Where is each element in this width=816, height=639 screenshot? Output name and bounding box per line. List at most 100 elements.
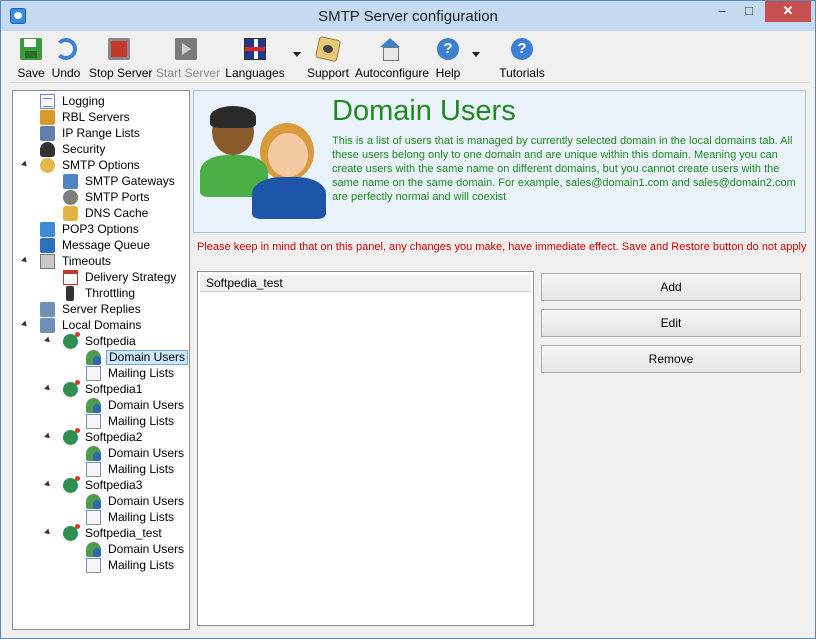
languages-label: Languages bbox=[225, 66, 285, 80]
expand-domain-icon[interactable] bbox=[44, 528, 52, 537]
tree-item-label: Mailing Lists bbox=[108, 462, 175, 476]
users-icon bbox=[86, 446, 101, 461]
tree-item-label: Mailing Lists bbox=[108, 414, 175, 428]
page-title: Domain Users bbox=[332, 95, 516, 127]
tree-item-label: Security bbox=[62, 142, 106, 156]
start-server-button[interactable]: Start Server bbox=[156, 38, 221, 82]
expand-domain-icon[interactable] bbox=[44, 384, 52, 393]
users-icon bbox=[86, 398, 101, 413]
ports-icon bbox=[63, 190, 78, 205]
settings-tree[interactable]: Logging RBL Servers IP Range Lists Secur… bbox=[12, 90, 190, 630]
tree-item-label: DNS Cache bbox=[85, 206, 149, 220]
tree-item-label: Mailing Lists bbox=[108, 366, 175, 380]
tree-item-label: SMTP Options bbox=[62, 158, 140, 172]
play-icon bbox=[175, 38, 197, 60]
tree-item-label: SMTP Gateways bbox=[85, 174, 175, 188]
smtp-icon bbox=[40, 158, 55, 173]
mail-list-icon bbox=[86, 366, 101, 381]
flag-icon bbox=[244, 38, 266, 60]
tree-item-label: Softpedia1 bbox=[85, 382, 143, 396]
tree-item-label: Timeouts bbox=[62, 254, 111, 268]
globe-icon bbox=[63, 380, 80, 397]
expand-domain-icon[interactable] bbox=[44, 432, 52, 441]
help-label: Help bbox=[435, 66, 461, 80]
support-button[interactable]: Support bbox=[306, 35, 350, 82]
security-icon bbox=[40, 142, 55, 157]
help-dropdown-icon[interactable] bbox=[472, 52, 480, 57]
rbl-icon bbox=[40, 110, 55, 125]
close-button[interactable]: ✕ bbox=[765, 1, 811, 22]
undo-button[interactable]: Undo bbox=[51, 38, 81, 82]
autoconfigure-button[interactable]: Autoconfigure bbox=[355, 38, 430, 82]
autoconfigure-label: Autoconfigure bbox=[355, 66, 430, 80]
undo-label: Undo bbox=[51, 66, 81, 80]
undo-icon bbox=[55, 38, 77, 60]
list-item[interactable]: Softpedia_test bbox=[200, 275, 531, 292]
help-button[interactable]: ? Help bbox=[433, 38, 463, 82]
warning-message: Please keep in mind that on this panel, … bbox=[197, 241, 807, 253]
save-label: Save bbox=[17, 66, 45, 80]
tree-item-label: Mailing Lists bbox=[108, 510, 175, 524]
traffic-light-icon bbox=[66, 286, 74, 301]
server-icon bbox=[40, 302, 55, 317]
man-hair-shape bbox=[210, 106, 256, 128]
page-description: This is a list of users that is managed … bbox=[332, 135, 796, 203]
add-button[interactable]: Add bbox=[541, 273, 801, 301]
window-title: SMTP Server configuration bbox=[318, 8, 498, 25]
stop-server-button[interactable]: Stop Server bbox=[89, 38, 153, 82]
tree-item-label: IP Range Lists bbox=[62, 126, 140, 140]
mail-list-icon bbox=[86, 558, 101, 573]
stop-server-label: Stop Server bbox=[89, 66, 153, 80]
expand-domain-icon[interactable] bbox=[44, 336, 52, 345]
help-icon: ? bbox=[437, 38, 459, 60]
save-icon bbox=[20, 38, 42, 60]
tree-item-label: Throttling bbox=[85, 286, 136, 300]
tree-item-label: Softpedia3 bbox=[85, 478, 143, 492]
tree-item-label: Softpedia2 bbox=[85, 430, 143, 444]
tutorials-help-icon: ? bbox=[511, 38, 533, 60]
tree-item-label: Domain Users bbox=[108, 398, 185, 412]
woman-body-shape bbox=[252, 177, 326, 219]
remove-button[interactable]: Remove bbox=[541, 345, 801, 373]
tree-item-label: POP3 Options bbox=[62, 222, 139, 236]
users-list[interactable]: Softpedia_test bbox=[197, 271, 534, 626]
maximize-button[interactable]: □ bbox=[736, 1, 762, 22]
expand-domain-icon[interactable] bbox=[44, 480, 52, 489]
queue-icon bbox=[40, 238, 55, 253]
expand-local-domains-icon[interactable] bbox=[21, 320, 29, 329]
tree-item-label: RBL Servers bbox=[62, 110, 130, 124]
mail-list-icon bbox=[86, 462, 101, 477]
tree-item-label: Logging bbox=[62, 94, 105, 108]
tree-item-label: Domain Users bbox=[108, 494, 185, 508]
start-server-label: Start Server bbox=[156, 66, 221, 80]
languages-dropdown-icon[interactable] bbox=[293, 52, 301, 57]
support-icon bbox=[314, 35, 342, 63]
users-icon bbox=[86, 542, 101, 557]
tree-item-label: SMTP Ports bbox=[85, 190, 150, 204]
woman-head-shape bbox=[268, 133, 308, 177]
expand-smtp-options-icon[interactable] bbox=[21, 160, 29, 169]
tree-item-label: Local Domains bbox=[62, 318, 142, 332]
log-icon bbox=[40, 94, 55, 109]
languages-button[interactable]: Languages bbox=[225, 38, 285, 82]
minimize-button[interactable]: – bbox=[709, 1, 735, 22]
title-bar[interactable]: SMTP Server configuration – □ ✕ bbox=[1, 1, 815, 31]
users-icon bbox=[86, 350, 101, 365]
expand-timeouts-icon[interactable] bbox=[21, 256, 29, 265]
gateway-icon bbox=[63, 174, 78, 189]
globe-icon bbox=[63, 524, 80, 541]
home-icon bbox=[379, 38, 401, 61]
globe-icon bbox=[63, 476, 80, 493]
globe-icon bbox=[63, 428, 80, 445]
edit-button[interactable]: Edit bbox=[541, 309, 801, 337]
tree-item-label: Softpedia bbox=[85, 334, 136, 348]
tree-item-label: Softpedia_test bbox=[85, 526, 162, 540]
globe-icon bbox=[63, 332, 80, 349]
save-button[interactable]: Save bbox=[13, 38, 49, 82]
tutorials-button[interactable]: ? Tutorials bbox=[499, 38, 545, 82]
tutorials-label: Tutorials bbox=[499, 66, 545, 80]
tree-item-label: Domain Users bbox=[108, 446, 185, 460]
info-panel: Domain Users This is a list of users tha… bbox=[193, 90, 806, 233]
tree-item-label: Domain Users bbox=[106, 350, 189, 365]
toolbar: Save Undo Stop Server Start Server Langu… bbox=[9, 32, 809, 83]
